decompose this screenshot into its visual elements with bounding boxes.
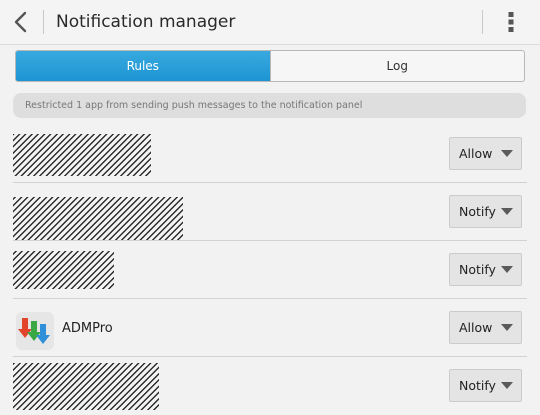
dropdown-value: Notify — [459, 204, 496, 219]
page-title: Notification manager — [56, 12, 236, 32]
divider — [13, 240, 527, 241]
divider — [13, 356, 527, 357]
info-banner: Restricted 1 app from sending push messa… — [13, 93, 526, 118]
dropdown-arrow-icon — [501, 208, 513, 215]
notification-setting-dropdown[interactable]: Allow — [449, 311, 522, 344]
tab-log[interactable]: Log — [269, 51, 525, 81]
overflow-menu-button[interactable] — [496, 0, 526, 44]
list-item[interactable]: Notify — [0, 242, 540, 299]
app-bar: Notification manager — [0, 0, 540, 45]
download-arrows-icon — [18, 318, 50, 344]
redacted-app-info — [13, 363, 159, 410]
divider — [482, 10, 483, 34]
list-item[interactable]: Notify — [0, 184, 540, 241]
notification-setting-dropdown[interactable]: Allow — [449, 137, 522, 170]
divider — [13, 298, 527, 299]
more-vertical-icon — [508, 12, 514, 32]
chevron-left-icon — [14, 11, 27, 33]
divider — [13, 182, 527, 183]
list-item[interactable]: ADMPro Allow — [0, 300, 540, 357]
back-button[interactable] — [0, 0, 42, 44]
dropdown-value: Notify — [459, 378, 496, 393]
list-item[interactable]: Notify — [0, 358, 540, 415]
dropdown-arrow-icon — [501, 324, 513, 331]
tab-bar: Rules Log — [15, 50, 525, 82]
dropdown-value: Notify — [459, 262, 496, 277]
tab-rules[interactable]: Rules — [16, 51, 270, 81]
notification-setting-dropdown[interactable]: Notify — [449, 195, 522, 228]
dropdown-arrow-icon — [501, 266, 513, 273]
notification-setting-dropdown[interactable]: Notify — [449, 253, 522, 286]
redacted-app-info — [13, 197, 183, 240]
redacted-app-info — [13, 134, 151, 176]
dropdown-arrow-icon — [501, 150, 513, 157]
app-name: ADMPro — [62, 321, 113, 336]
divider — [43, 10, 44, 34]
dropdown-value: Allow — [459, 320, 493, 335]
dropdown-value: Allow — [459, 146, 493, 161]
redacted-app-info — [13, 251, 114, 289]
admpro-app-icon — [16, 312, 54, 350]
list-item[interactable]: Allow — [0, 126, 540, 183]
dropdown-arrow-icon — [501, 382, 513, 389]
notification-setting-dropdown[interactable]: Notify — [449, 369, 522, 402]
